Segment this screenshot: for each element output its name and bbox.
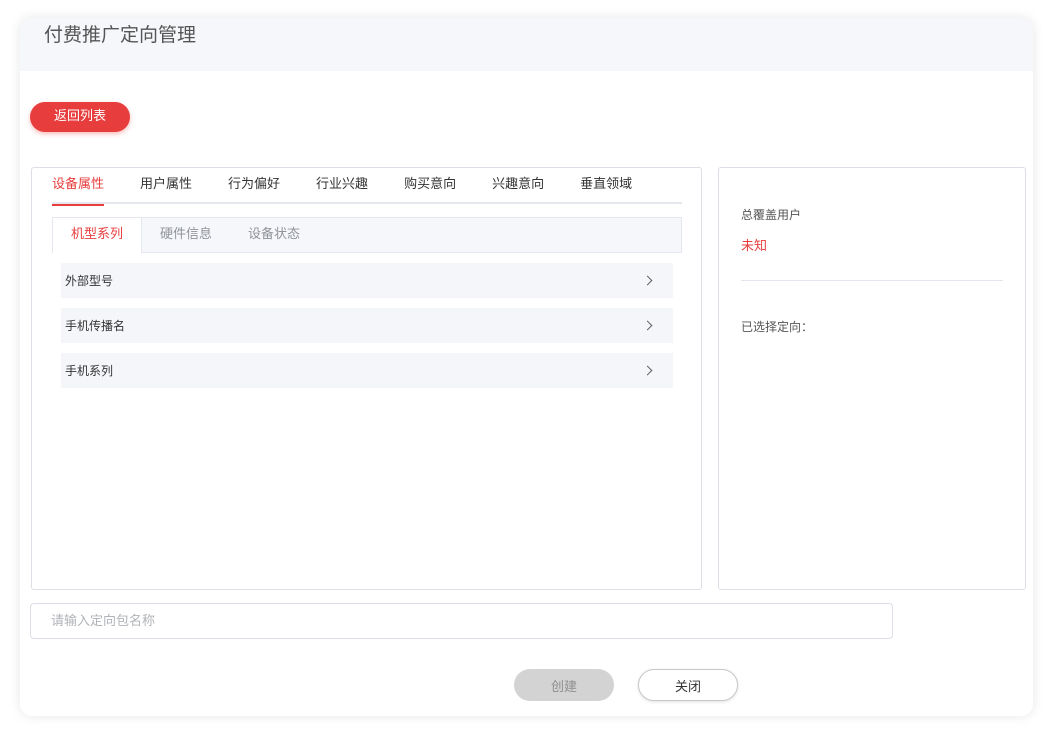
tab-behavior-preference[interactable]: 行为偏好 [228, 168, 280, 204]
page-header: 付费推广定向管理 [20, 18, 1033, 71]
close-button[interactable]: 关闭 [638, 669, 738, 701]
create-button[interactable]: 创建 [514, 669, 614, 701]
tab-user-attributes[interactable]: 用户属性 [140, 168, 192, 204]
subtab-model-series[interactable]: 机型系列 [53, 218, 143, 253]
chevron-right-icon [642, 275, 653, 286]
list-item-label: 手机传播名 [65, 319, 126, 333]
list-item-phone-marketing-name[interactable]: 手机传播名 [61, 308, 673, 343]
list-item-phone-series[interactable]: 手机系列 [61, 353, 673, 388]
tab-device-attributes[interactable]: 设备属性 [52, 168, 105, 206]
subtab-hardware-info[interactable]: 硬件信息 [142, 218, 230, 252]
list-item-label: 外部型号 [65, 274, 114, 288]
subtab-device-status[interactable]: 设备状态 [230, 218, 318, 252]
chevron-right-icon [642, 365, 653, 376]
list-item-label: 手机系列 [65, 364, 114, 378]
page-title: 付费推广定向管理 [44, 24, 197, 46]
tab-purchase-intent[interactable]: 购买意向 [404, 168, 456, 204]
package-name-input[interactable] [30, 603, 893, 639]
tab-vertical-domain[interactable]: 垂直领域 [580, 168, 632, 204]
summary-divider [741, 280, 1003, 281]
selected-targeting-label: 已选择定向： [741, 320, 814, 334]
chevron-right-icon [642, 320, 653, 331]
back-to-list-button[interactable]: 返回列表 [30, 102, 130, 132]
tab-industry-interest[interactable]: 行业兴趣 [316, 168, 368, 204]
list-item-external-model[interactable]: 外部型号 [61, 263, 673, 298]
model-series-list: 外部型号 手机传播名 手机系列 [61, 263, 673, 398]
targeting-options-panel: 设备属性 用户属性 行为偏好 行业兴趣 购买意向 兴趣意向 垂直领域 机型系列 … [31, 167, 702, 590]
coverage-value: 未知 [741, 239, 768, 254]
tab-interest-intent[interactable]: 兴趣意向 [492, 168, 544, 204]
targeting-summary-panel: 总覆盖用户 未知 已选择定向： [718, 167, 1026, 590]
coverage-label: 总覆盖用户 [741, 208, 802, 222]
category-tabs: 设备属性 用户属性 行为偏好 行业兴趣 购买意向 兴趣意向 垂直领域 [52, 168, 682, 206]
device-subtabs: 机型系列 硬件信息 设备状态 [52, 217, 682, 253]
targeting-manager-card: 付费推广定向管理 返回列表 设备属性 用户属性 行为偏好 行业兴趣 购买意向 兴… [20, 18, 1033, 716]
